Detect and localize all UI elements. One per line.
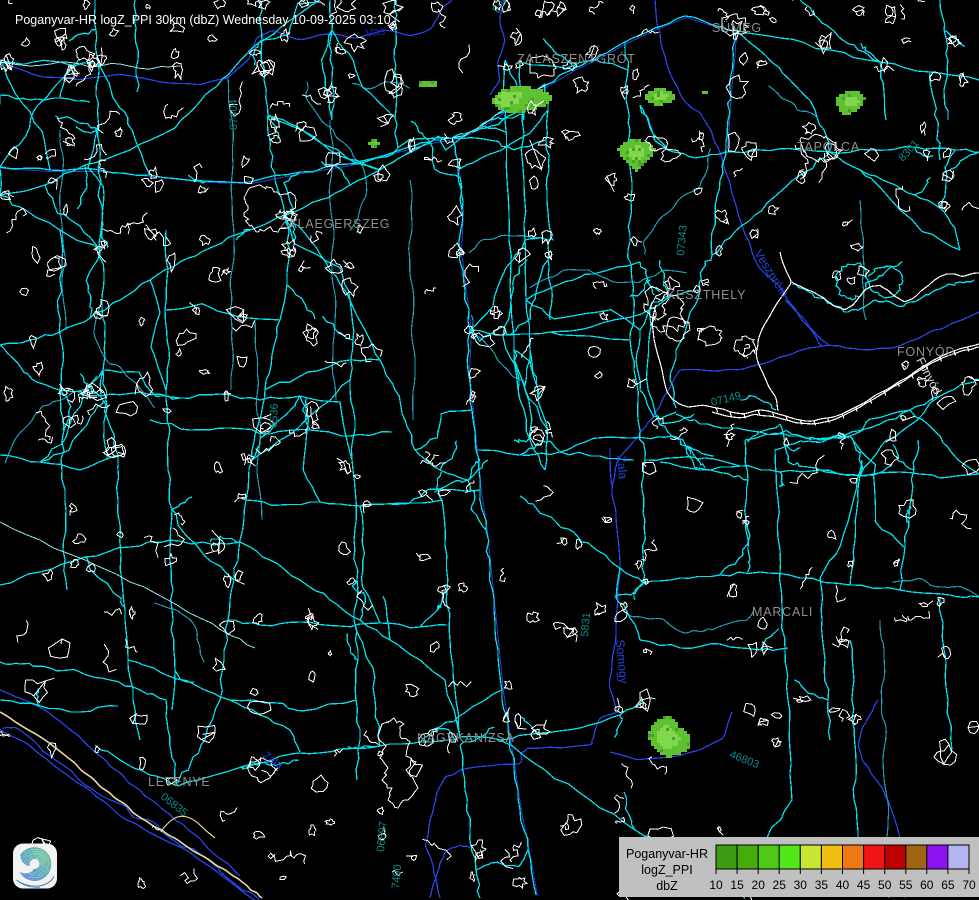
- svg-text:logZ_PPI: logZ_PPI: [641, 863, 692, 877]
- svg-text:Poganyvar-HR: Poganyvar-HR: [626, 847, 708, 861]
- svg-text:NAGYKANIZSA: NAGYKANIZSA: [417, 731, 515, 745]
- svg-text:40: 40: [836, 878, 850, 892]
- svg-text:35: 35: [815, 878, 829, 892]
- svg-text:20: 20: [752, 878, 766, 892]
- svg-text:70: 70: [962, 878, 976, 892]
- svg-text:50: 50: [878, 878, 892, 892]
- svg-text:Zala: Zala: [614, 455, 630, 480]
- svg-text:25: 25: [773, 878, 787, 892]
- svg-text:KESZTHELY: KESZTHELY: [667, 288, 746, 302]
- svg-text:7490: 7490: [390, 864, 404, 889]
- svg-text:6536: 6536: [268, 403, 281, 428]
- svg-text:Poganyvar-HR logZ_PPI 30km (db: Poganyvar-HR logZ_PPI 30km (dbZ) Wednesd…: [15, 13, 391, 27]
- svg-text:45: 45: [857, 878, 871, 892]
- svg-text:30: 30: [794, 878, 808, 892]
- svg-text:60: 60: [920, 878, 934, 892]
- svg-text:07404: 07404: [228, 99, 240, 130]
- svg-text:dbZ: dbZ: [656, 879, 678, 893]
- svg-text:TAPOLCA: TAPOLCA: [797, 140, 860, 154]
- svg-text:ZALAEGERSZEG: ZALAEGERSZEG: [280, 217, 390, 231]
- svg-text:65: 65: [941, 878, 955, 892]
- svg-text:10: 10: [709, 878, 723, 892]
- svg-text:SÜMEG: SÜMEG: [712, 21, 762, 35]
- svg-text:15: 15: [730, 878, 744, 892]
- svg-text:LETENYE: LETENYE: [148, 775, 211, 789]
- svg-text:MARCALI: MARCALI: [752, 605, 813, 619]
- svg-text:55: 55: [899, 878, 913, 892]
- svg-text:5831: 5831: [579, 612, 593, 637]
- svg-text:ZALASZENTGRÓT: ZALASZENTGRÓT: [517, 51, 636, 66]
